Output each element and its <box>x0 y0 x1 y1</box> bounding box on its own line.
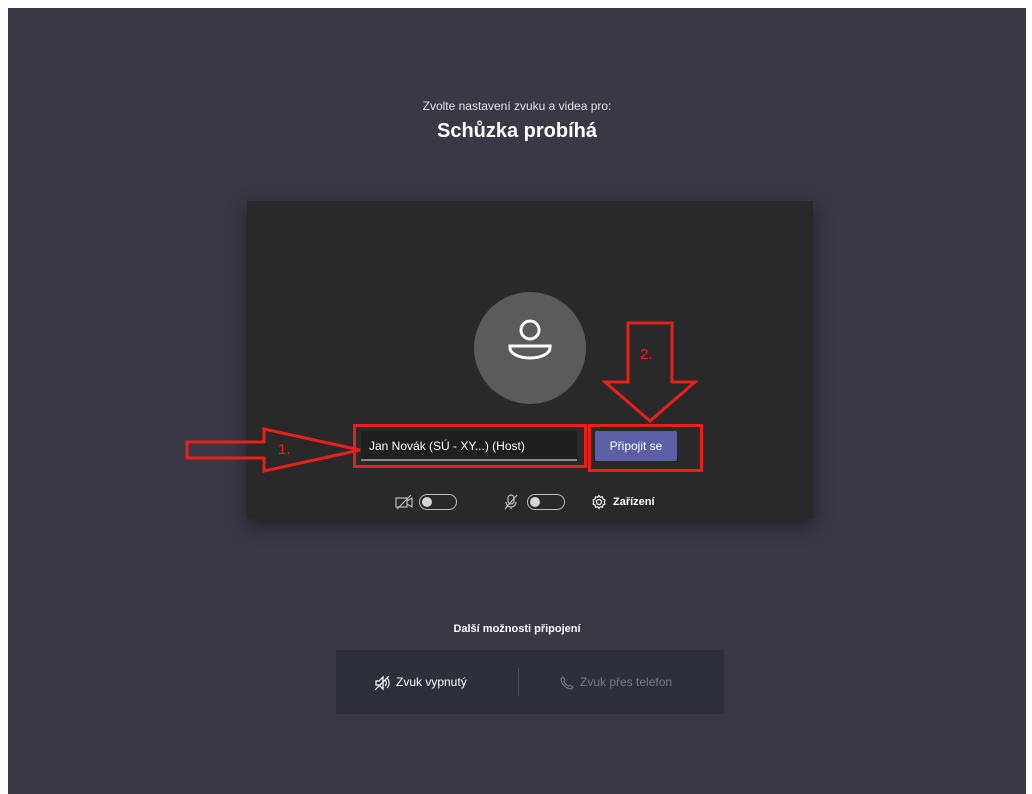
camera-off-icon <box>395 494 413 510</box>
mic-toggle[interactable] <box>527 494 565 510</box>
phone-audio-option[interactable]: Zvuk přes telefon <box>560 650 672 714</box>
annotation-step1-label: 1. <box>278 441 291 458</box>
phone-icon <box>560 676 574 690</box>
devices-button[interactable]: Zařízení <box>613 496 655 508</box>
annotation-arrow-down <box>602 321 698 423</box>
teams-prejoin-screen: Zvolte nastavení zvuku a videa pro: Schů… <box>8 8 1026 794</box>
person-icon <box>508 319 552 360</box>
camera-toggle[interactable] <box>419 494 457 510</box>
avatar <box>474 292 586 404</box>
device-controls: Zařízení <box>247 489 813 513</box>
phone-audio-label: Zvuk přes telefon <box>580 675 673 689</box>
audio-off-label: Zvuk vypnutý <box>396 675 467 689</box>
audio-off-option[interactable]: Zvuk vypnutý <box>374 650 467 714</box>
meeting-title: Schůzka probíhá <box>436 120 598 142</box>
more-options-panel: Zvuk vypnutý Zvuk přes telefon <box>336 650 724 714</box>
annotation-arrow-right <box>185 427 361 473</box>
annotation-box-join-button <box>588 424 703 472</box>
more-options-title: Další možnosti připojení <box>453 623 581 635</box>
annotation-step2-label: 2. <box>640 346 653 363</box>
annotation-box-name-input <box>353 424 587 468</box>
speaker-off-icon <box>374 675 390 691</box>
mic-off-icon <box>504 494 518 510</box>
options-divider <box>518 668 519 696</box>
gear-icon[interactable] <box>591 494 607 510</box>
prejoin-subtitle: Zvolte nastavení zvuku a videa pro: <box>422 99 612 113</box>
